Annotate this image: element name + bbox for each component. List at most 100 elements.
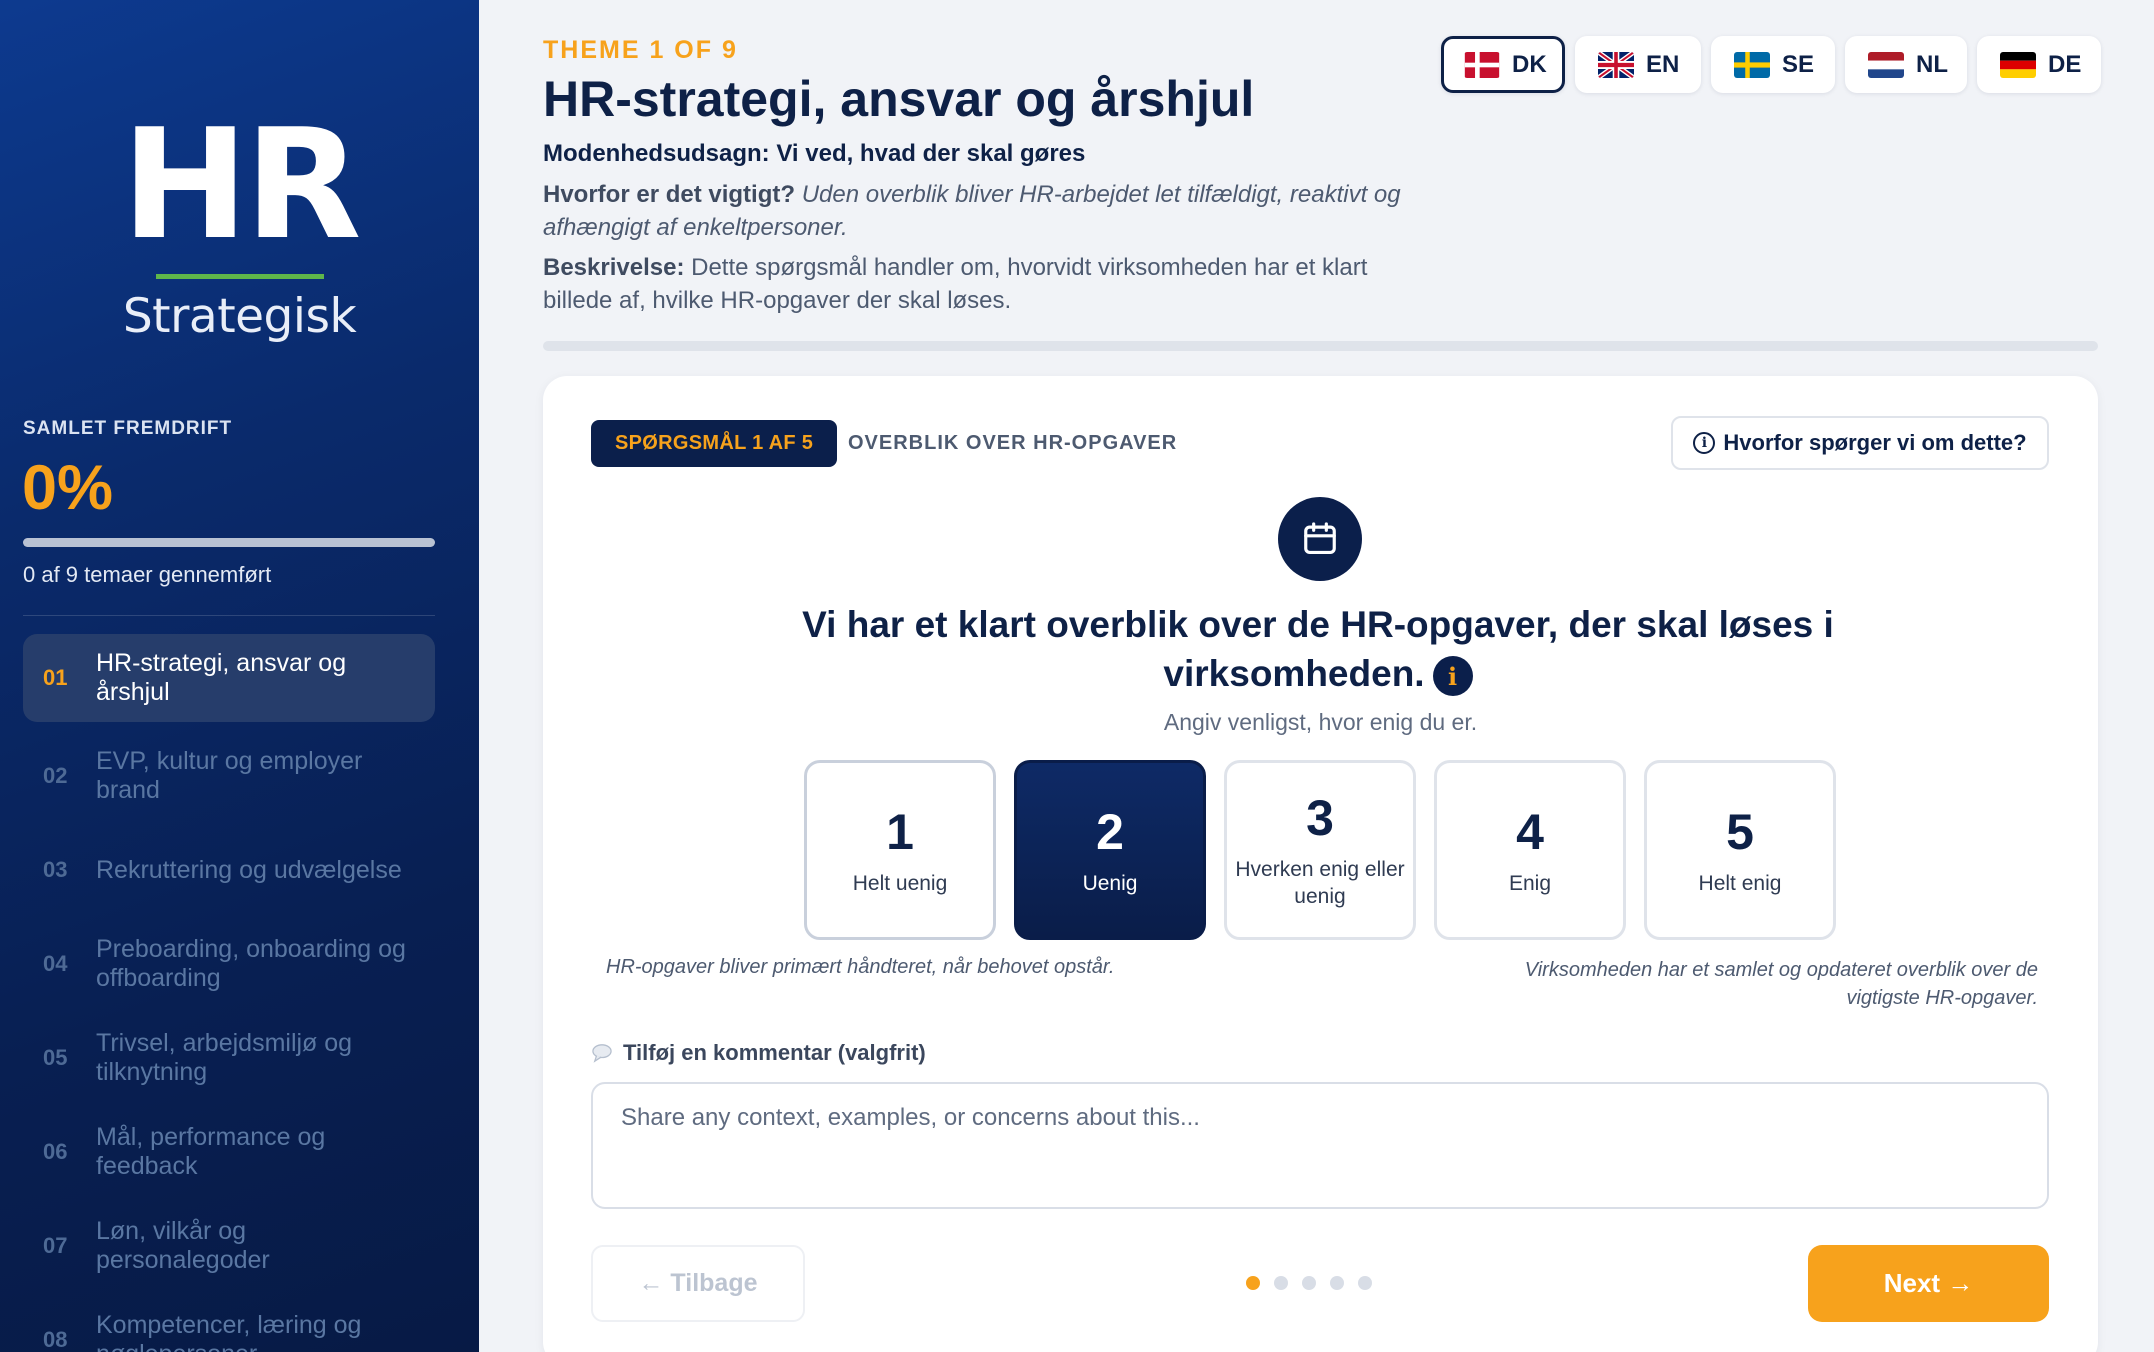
description: Beskrivelse: Dette spørgsmål handler om,… <box>543 251 1443 317</box>
progress-summary: 0 af 9 temaer gennemført <box>23 562 272 587</box>
sidebar-item-08[interactable]: 08 Kompetencer, læring og nøglepersoner <box>23 1306 435 1352</box>
scale-option-number: 3 <box>1306 790 1334 846</box>
sweden-flag-icon <box>1734 51 1770 78</box>
scale-option-label: Helt enig <box>1698 871 1782 895</box>
sidebar-item-number: 08 <box>43 1327 68 1352</box>
theme-nav: 01 HR-strategi, ansvar og årshjul 02 EVP, k… <box>23 634 435 1352</box>
scale-option-number: 2 <box>1096 803 1124 860</box>
language-de-button[interactable]: DE <box>1977 36 2101 93</box>
scale-option-number: 5 <box>1726 803 1754 860</box>
why-important-label: Hvorfor er det vigtigt? <box>543 181 796 208</box>
theme-counter: THEME 1 OF 9 <box>543 36 738 64</box>
language-dk-button[interactable]: DK <box>1441 36 1565 93</box>
progress-percentage: 0% <box>22 453 114 523</box>
sidebar-item-04[interactable]: 04 Preboarding, onboarding og offboarding <box>23 930 435 998</box>
sidebar-item-01[interactable]: 01 HR-strategi, ansvar og årshjul <box>23 634 435 722</box>
sidebar-divider <box>23 615 435 616</box>
step-dot-5[interactable] <box>1358 1276 1372 1290</box>
uk-flag-icon <box>1598 51 1634 78</box>
question-card: SPØRGSMÅL 1 AF 5 OVERBLIK OVER HR-OPGAVE… <box>543 376 2098 1352</box>
sidebar-item-03[interactable]: 03 Rekruttering og udvælgelse <box>23 836 435 904</box>
sidebar: HR Strategisk SAMLET FREMDRIFT 0% 0 af 9… <box>0 0 479 1352</box>
header-progress-track <box>543 341 2098 351</box>
sidebar-item-label: EVP, kultur og employer brand <box>96 747 363 804</box>
question-counter-badge: SPØRGSMÅL 1 AF 5 <box>591 420 838 467</box>
logo-divider <box>155 274 324 279</box>
language-en-button[interactable]: EN <box>1575 36 1701 93</box>
scale-option-label: Uenig <box>1082 871 1138 895</box>
question-statement: Vi har et klart overblik over de HR-opga… <box>802 604 1834 694</box>
logo-main: HR <box>121 96 361 273</box>
language-code: EN <box>1646 50 1680 78</box>
sidebar-item-number: 06 <box>43 1139 68 1164</box>
progress-bar <box>23 538 435 547</box>
question-hint: Angiv venligst, hvor enig du er. <box>1163 709 1478 735</box>
netherlands-flag-icon <box>1868 51 1904 78</box>
info-icon: i <box>1693 432 1716 454</box>
next-button[interactable]: Next → <box>1808 1245 2049 1322</box>
scale-option-label: Hverken enig eller uenig <box>1235 858 1405 908</box>
progress-label: SAMLET FREMDRIFT <box>23 418 233 439</box>
why-we-ask-label: Hvorfor spørger vi om dette? <box>1723 430 2027 455</box>
sidebar-item-label: Løn, vilkår og personalegoder <box>96 1217 270 1274</box>
step-indicator <box>1246 1276 1372 1290</box>
question-info-icon[interactable]: i <box>1432 656 1473 697</box>
denmark-flag-icon <box>1464 51 1500 78</box>
step-dot-2[interactable] <box>1274 1276 1288 1290</box>
page-title: HR-strategi, ansvar og årshjul <box>543 71 1255 127</box>
scale-option-number: 4 <box>1516 803 1544 860</box>
question-topic: OVERBLIK OVER HR-OPGAVER <box>848 432 1178 454</box>
scale-option-2[interactable]: 2 Uenig <box>1014 760 1206 940</box>
sidebar-item-05[interactable]: 05 Trivsel, arbejdsmiljø og tilknytning <box>23 1024 435 1092</box>
scale-option-label: Enig <box>1508 871 1552 895</box>
sidebar-item-number: 07 <box>43 1233 68 1258</box>
scale-option-3[interactable]: 3 Hverken enig eller uenig <box>1224 760 1416 940</box>
scale-option-4[interactable]: 4 Enig <box>1434 760 1626 940</box>
comment-textarea[interactable] <box>591 1082 2049 1209</box>
maturity-statement: Modenhedsudsagn: Vi ved, hvad der skal g… <box>543 140 1086 167</box>
language-switcher: DK EN SE NL DE <box>1441 36 2101 93</box>
language-code: NL <box>1916 50 1948 78</box>
why-important: Hvorfor er det vigtigt? Uden overblik bl… <box>543 178 1443 244</box>
logo-subtitle: Strategisk <box>122 289 357 344</box>
sidebar-item-number: 02 <box>43 763 68 788</box>
sidebar-item-label: HR-strategi, ansvar og årshjul <box>96 649 347 706</box>
calendar-icon <box>1278 497 1362 581</box>
sidebar-item-label: Preboarding, onboarding og offboarding <box>96 935 406 992</box>
sidebar-item-label: Mål, performance og feedback <box>96 1123 326 1180</box>
sidebar-item-label: Kompetencer, læring og nøglepersoner <box>96 1311 362 1352</box>
comment-label: Tilføj en kommentar (valgfrit) <box>591 1040 926 1066</box>
language-code: SE <box>1782 50 1815 78</box>
language-code: DK <box>1512 50 1547 78</box>
sidebar-item-07[interactable]: 07 Løn, vilkår og personalegoder <box>23 1212 435 1280</box>
language-se-button[interactable]: SE <box>1711 36 1835 93</box>
sidebar-item-number: 04 <box>43 951 68 976</box>
description-label: Beskrivelse: <box>543 254 685 281</box>
question-text: Vi har et klart overblik over de HR-opga… <box>718 600 1918 698</box>
comment-label-text: Tilføj en kommentar (valgfrit) <box>623 1040 926 1065</box>
sidebar-item-number: 03 <box>43 857 68 882</box>
sidebar-item-number: 01 <box>43 665 68 690</box>
scale-anchor-low: HR-opgaver bliver primært håndteret, når… <box>606 956 1115 978</box>
sidebar-item-label: Trivsel, arbejdsmiljø og tilknytning <box>96 1029 353 1086</box>
sidebar-item-06[interactable]: 06 Mål, performance og feedback <box>23 1118 435 1186</box>
scale-option-number: 1 <box>886 803 914 860</box>
step-dot-4[interactable] <box>1330 1276 1344 1290</box>
speech-bubble-icon <box>592 1044 612 1063</box>
language-nl-button[interactable]: NL <box>1845 36 1967 93</box>
agreement-scale: 1 Helt uenig 2 Uenig 3 Hverken enig eller uen… <box>804 760 1836 940</box>
scale-option-label: Helt uenig <box>852 871 948 895</box>
why-we-ask-button[interactable]: i Hvorfor spørger vi om dette? <box>1671 416 2049 470</box>
germany-flag-icon <box>2000 51 2036 78</box>
back-button[interactable]: ← Tilbage <box>591 1245 805 1322</box>
step-dot-1[interactable] <box>1246 1276 1260 1290</box>
sidebar-item-label: Rekruttering og udvælgelse <box>96 855 402 884</box>
language-code: DE <box>2048 50 2082 78</box>
scale-option-1[interactable]: 1 Helt uenig <box>804 760 996 940</box>
logo: HR Strategisk <box>0 96 479 345</box>
scale-option-5[interactable]: 5 Helt enig <box>1644 760 1836 940</box>
step-dot-3[interactable] <box>1302 1276 1316 1290</box>
scale-anchor-high: Virksomheden har et samlet og opdateret … <box>1524 959 2038 1009</box>
sidebar-item-02[interactable]: 02 EVP, kultur og employer brand <box>23 742 435 810</box>
sidebar-item-number: 05 <box>43 1045 68 1070</box>
